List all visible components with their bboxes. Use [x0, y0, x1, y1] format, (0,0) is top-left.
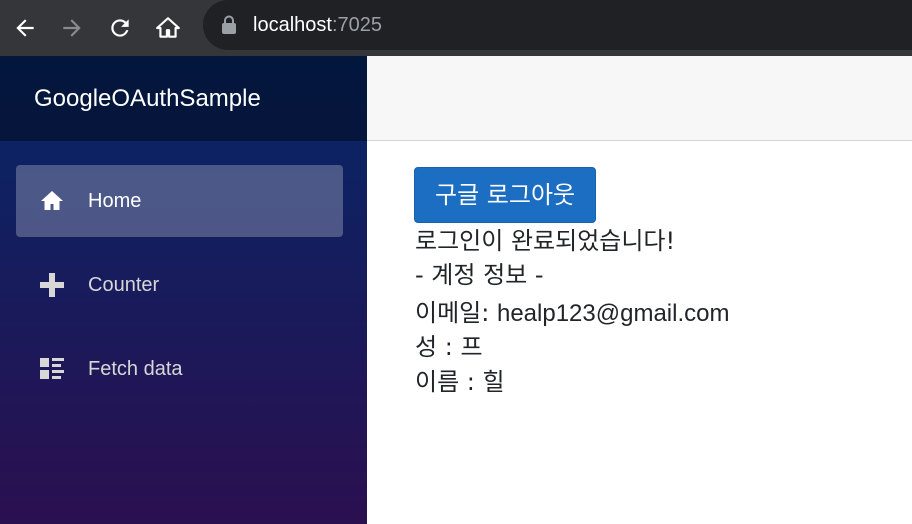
top-row	[367, 56, 912, 141]
browser-home-icon	[156, 17, 180, 38]
email-label: 이메일:	[415, 299, 497, 327]
nav-label-home: Home	[88, 190, 142, 212]
first-name-label: 이름 :	[415, 368, 483, 396]
nav-label-counter: Counter	[88, 274, 160, 296]
email-row: 이메일: healp123@gmail.com	[415, 296, 729, 331]
google-logout-button[interactable]: 구글 로그아웃	[414, 167, 597, 223]
url-text: localhost:7025	[253, 14, 382, 36]
main-content: 구글 로그아웃 로그인이 완료되었습니다! - 계정 정보 - 이메일: hea…	[367, 141, 912, 524]
email-value: healp123@gmail.com	[496, 300, 730, 327]
app-brand[interactable]: GoogleOAuthSample	[34, 84, 261, 114]
nav-item-home[interactable]: Home	[16, 165, 343, 237]
first-name-row: 이름 : 힐	[415, 365, 505, 399]
reload-button[interactable]	[100, 8, 140, 48]
nav-item-fetch-data[interactable]: Fetch data	[16, 333, 343, 405]
browser-toolbar: localhost:7025	[0, 0, 912, 56]
lock-icon	[222, 15, 236, 34]
home-icon	[41, 191, 63, 210]
arrow-right-icon	[63, 19, 81, 37]
home-button[interactable]	[148, 8, 188, 48]
plus-icon	[40, 273, 64, 297]
first-name-value: 힐	[482, 368, 505, 396]
nav-label-fetch-data: Fetch data	[88, 358, 183, 380]
nav-item-counter[interactable]: Counter	[16, 249, 343, 321]
sidebar: GoogleOAuthSample Home Counter Fetch dat…	[0, 56, 367, 524]
login-status-text: 로그인이 완료되었습니다!	[415, 227, 676, 255]
forward-button[interactable]	[52, 8, 92, 48]
list-rich-icon	[40, 358, 64, 379]
reload-icon	[111, 19, 129, 37]
last-name-row: 성 : 프	[415, 330, 483, 364]
last-name-label: 성 :	[415, 333, 461, 361]
last-name-value: 프	[460, 333, 483, 361]
address-bar[interactable]: localhost:7025	[203, 0, 912, 50]
back-button[interactable]	[5, 8, 45, 48]
arrow-left-icon	[16, 19, 34, 37]
brand-bar: GoogleOAuthSample	[0, 56, 367, 141]
account-info-header: - 계정 정보 -	[415, 261, 544, 289]
